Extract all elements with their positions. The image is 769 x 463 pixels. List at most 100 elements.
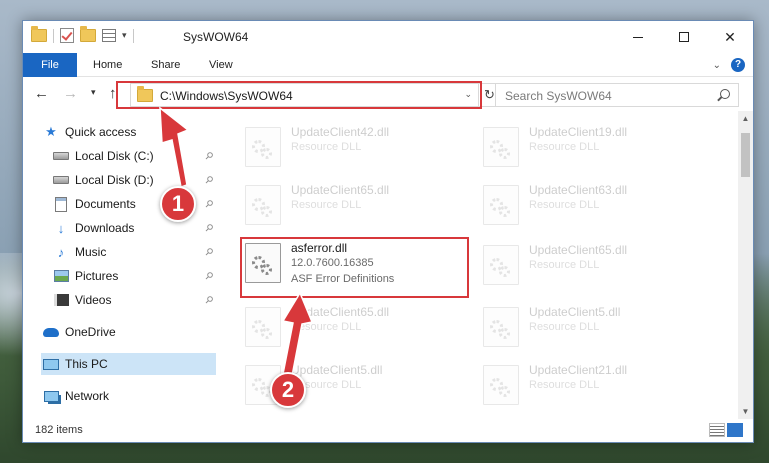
forward-button[interactable]: → bbox=[63, 85, 78, 102]
sidebar-item-quick-access[interactable]: ★ Quick access bbox=[43, 121, 216, 143]
music-icon: ♪ bbox=[57, 244, 65, 260]
file-name: UpdateClient42.dll bbox=[291, 125, 390, 139]
pin-icon[interactable]: ⚲ bbox=[202, 222, 215, 235]
sidebar-item-label: Downloads bbox=[75, 221, 135, 235]
dll-file-icon bbox=[483, 307, 519, 347]
properties-icon[interactable] bbox=[102, 29, 116, 42]
file-name: asferror.dll bbox=[291, 241, 348, 255]
search-input[interactable]: Search SysWOW64 bbox=[495, 83, 739, 107]
file-description: Resource DLL bbox=[529, 141, 600, 153]
computer-icon bbox=[43, 356, 59, 372]
dll-file-icon bbox=[483, 245, 519, 285]
toolbar-divider bbox=[132, 28, 134, 43]
dll-file-icon bbox=[483, 185, 519, 225]
sidebar-item-local-disk-c[interactable]: Local Disk (C:) ⚲ bbox=[53, 145, 216, 167]
tab-home[interactable]: Home bbox=[93, 53, 122, 77]
pin-icon[interactable]: ⚲ bbox=[202, 270, 215, 283]
file-version: 12.0.7600.16385 bbox=[291, 257, 374, 269]
search-placeholder: Search SysWOW64 bbox=[505, 89, 612, 103]
file-name: UpdateClient5.dll bbox=[529, 305, 621, 319]
window-title: SysWOW64 bbox=[183, 30, 249, 44]
file-item[interactable]: UpdateClient19.dll Resource DLL bbox=[479, 121, 699, 175]
pin-icon[interactable]: ⚲ bbox=[202, 198, 215, 211]
sidebar-item-pictures[interactable]: Pictures ⚲ bbox=[53, 265, 216, 287]
scroll-down-icon[interactable]: ▼ bbox=[738, 404, 753, 419]
close-button[interactable]: ✕ bbox=[707, 21, 753, 53]
sidebar-item-label: Videos bbox=[75, 293, 112, 307]
file-item[interactable]: UpdateClient65.dll Resource DLL bbox=[241, 179, 461, 233]
status-bar: 182 items bbox=[23, 420, 753, 442]
tiles-view-icon[interactable] bbox=[727, 423, 743, 437]
minimize-button[interactable] bbox=[615, 21, 661, 53]
sidebar-item-label: Local Disk (C:) bbox=[75, 149, 154, 163]
file-name: UpdateClient21.dll bbox=[529, 363, 628, 377]
file-name: UpdateClient19.dll bbox=[529, 125, 628, 139]
title-bar: ▾ SysWOW64 ✕ bbox=[23, 21, 753, 53]
scroll-thumb[interactable] bbox=[741, 133, 750, 177]
details-view-icon[interactable] bbox=[709, 423, 725, 437]
dll-file-icon bbox=[483, 127, 519, 167]
address-dropdown-icon[interactable]: ⌄ bbox=[464, 89, 472, 100]
maximize-icon bbox=[679, 32, 689, 42]
network-icon bbox=[43, 388, 59, 404]
file-description: ASF Error Definitions bbox=[291, 273, 395, 285]
file-item[interactable]: UpdateClient5.dll Resource DLL bbox=[479, 301, 699, 355]
file-item[interactable]: UpdateClient65.dll Resource DLL bbox=[241, 301, 461, 355]
videos-icon bbox=[53, 292, 69, 308]
scroll-up-icon[interactable]: ▲ bbox=[738, 111, 753, 126]
downloads-icon: ↓ bbox=[57, 220, 65, 236]
sidebar-item-this-pc[interactable]: This PC bbox=[41, 353, 216, 375]
properties-check-icon[interactable] bbox=[60, 28, 74, 43]
documents-icon bbox=[53, 196, 69, 212]
sidebar-item-label: Local Disk (D:) bbox=[75, 173, 154, 187]
sidebar-item-videos[interactable]: Videos ⚲ bbox=[53, 289, 216, 311]
tab-view[interactable]: View bbox=[209, 53, 233, 77]
sidebar-item-local-disk-d[interactable]: Local Disk (D:) ⚲ bbox=[53, 169, 216, 191]
view-switcher bbox=[709, 423, 743, 437]
customize-toolbar-dropdown-icon[interactable]: ▾ bbox=[122, 30, 127, 41]
file-description: Resource DLL bbox=[291, 141, 362, 153]
quick-access-toolbar: ▾ bbox=[31, 26, 134, 43]
pin-icon[interactable]: ⚲ bbox=[202, 174, 215, 187]
tab-share[interactable]: Share bbox=[151, 53, 180, 77]
tab-file[interactable]: File bbox=[23, 53, 77, 77]
sidebar-item-label: This PC bbox=[65, 357, 108, 371]
file-item-asferror[interactable]: asferror.dll 12.0.7600.16385 ASF Error D… bbox=[241, 237, 461, 291]
file-item[interactable]: UpdateClient21.dll Resource DLL bbox=[479, 359, 699, 413]
help-icon[interactable]: ? bbox=[731, 58, 745, 72]
new-folder-icon[interactable] bbox=[80, 26, 96, 42]
sidebar-item-network[interactable]: Network bbox=[43, 385, 216, 407]
pin-icon[interactable]: ⚲ bbox=[202, 150, 215, 163]
file-name: UpdateClient65.dll bbox=[291, 305, 390, 319]
file-list: UpdateClient42.dll Resource DLL UpdateCl… bbox=[223, 111, 735, 419]
ribbon-tabs: File Home Share View ⌄ ? bbox=[23, 53, 753, 77]
sidebar-item-label: Quick access bbox=[65, 125, 137, 139]
dll-file-icon bbox=[245, 185, 281, 225]
file-item[interactable]: UpdateClient63.dll Resource DLL bbox=[479, 179, 699, 233]
recent-locations-dropdown[interactable]: ▾ bbox=[91, 87, 96, 98]
file-name: UpdateClient5.dll bbox=[291, 363, 383, 377]
up-button[interactable]: ↑ bbox=[109, 85, 117, 102]
sidebar-item-label: Music bbox=[75, 245, 107, 259]
folder-icon bbox=[137, 86, 153, 102]
vertical-scrollbar[interactable]: ▲ ▼ bbox=[738, 111, 753, 419]
file-item[interactable]: UpdateClient42.dll Resource DLL bbox=[241, 121, 461, 175]
disk-icon bbox=[53, 172, 69, 188]
sidebar-item-onedrive[interactable]: OneDrive bbox=[43, 321, 216, 343]
pin-icon[interactable]: ⚲ bbox=[202, 246, 215, 259]
navigation-pane: ★ Quick access Local Disk (C:) ⚲ Local D… bbox=[23, 117, 216, 417]
folder-icon bbox=[31, 26, 47, 42]
sidebar-item-downloads[interactable]: ↓ Downloads ⚲ bbox=[53, 217, 216, 239]
sidebar-item-music[interactable]: ♪ Music ⚲ bbox=[53, 241, 216, 263]
address-bar[interactable]: C:\Windows\SysWOW64 ⌄ bbox=[130, 83, 479, 107]
pin-icon[interactable]: ⚲ bbox=[202, 294, 215, 307]
file-item[interactable]: UpdateClient65.dll Resource DLL bbox=[479, 239, 699, 293]
search-icon[interactable] bbox=[720, 89, 730, 99]
chevron-down-icon[interactable]: ⌄ bbox=[713, 60, 721, 71]
sidebar-item-label: OneDrive bbox=[65, 325, 116, 339]
sidebar-item-label: Network bbox=[65, 389, 110, 403]
maximize-button[interactable] bbox=[661, 21, 707, 53]
address-path[interactable]: C:\Windows\SysWOW64 bbox=[160, 89, 293, 103]
file-description: Resource DLL bbox=[291, 199, 362, 211]
back-button[interactable]: ← bbox=[34, 85, 49, 102]
